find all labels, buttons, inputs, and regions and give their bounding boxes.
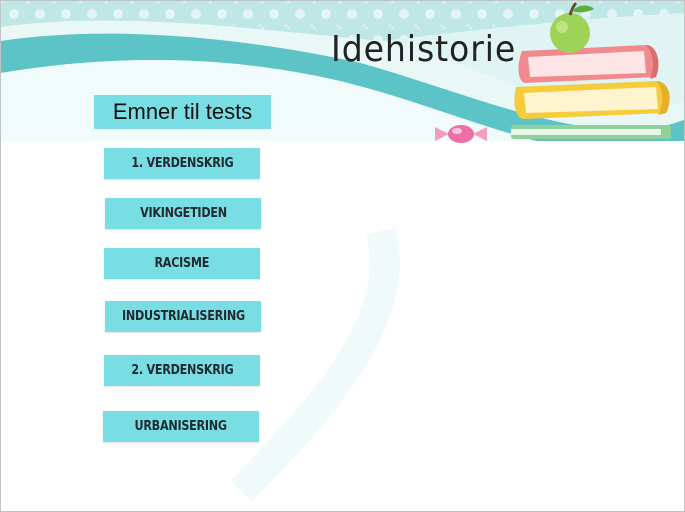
topic-button-2-verdenskrig[interactable]: 2. VERDENSKRIG [104, 355, 260, 386]
topic-button-industrialisering[interactable]: INDUSTRIALISERING [105, 301, 261, 332]
section-subtitle: Emner til tests [94, 95, 271, 129]
slide: Idehistorie Emner til tests 1. VERDENSKR… [0, 0, 685, 512]
topic-button-racisme[interactable]: RACISME [104, 248, 260, 279]
topic-label: INDUSTRIALISERING [121, 309, 245, 324]
page-title: Idehistorie [331, 29, 517, 70]
topic-label: 2. VERDENSKRIG [130, 363, 234, 378]
topic-label: RACISME [154, 256, 210, 271]
topic-button-vikingetiden[interactable]: VIKINGETIDEN [105, 198, 261, 229]
topic-label: URBANISERING [134, 419, 228, 434]
topic-label: 1. VERDENSKRIG [130, 156, 234, 171]
candy-icon [435, 125, 487, 143]
topic-label: VIKINGETIDEN [139, 206, 227, 221]
topic-button-urbanisering[interactable]: URBANISERING [103, 411, 259, 442]
topic-button-1-verdenskrig[interactable]: 1. VERDENSKRIG [104, 148, 260, 179]
books-apple-icon [511, 1, 671, 139]
